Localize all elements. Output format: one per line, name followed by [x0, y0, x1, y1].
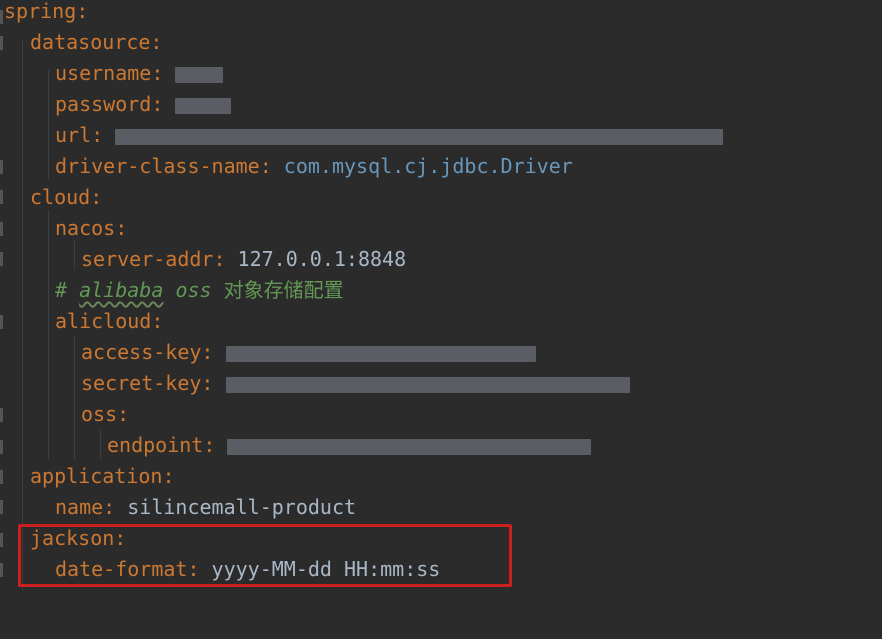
- fold-marker[interactable]: [0, 440, 3, 454]
- code-line-nacos[interactable]: nacos:: [55, 213, 127, 244]
- yaml-colon: :: [90, 185, 103, 209]
- code-line-server-addr[interactable]: server-addr: 127.0.0.1:8848: [81, 244, 406, 275]
- yaml-key: cloud: [30, 185, 91, 209]
- code-line-access-key[interactable]: access-key:: [81, 337, 536, 368]
- indent-guide: [48, 70, 49, 180]
- comment-chinese-text: 对象存储配置: [223, 278, 344, 302]
- yaml-key: endpoint: [107, 433, 204, 457]
- fold-marker[interactable]: [0, 222, 3, 236]
- yaml-colon: :: [150, 30, 163, 54]
- yaml-key: username: [55, 61, 152, 85]
- yaml-colon: :: [91, 123, 104, 147]
- code-line-secret-key[interactable]: secret-key:: [81, 368, 630, 399]
- code-line-application[interactable]: application:: [30, 461, 175, 492]
- yaml-key: driver-class-name: [55, 154, 260, 178]
- redacted-value: [225, 376, 630, 393]
- fold-marker[interactable]: [0, 36, 3, 50]
- indent-guide: [22, 40, 23, 590]
- yaml-key: alicloud: [55, 309, 152, 333]
- yaml-colon: :: [151, 309, 164, 333]
- code-line-endpoint[interactable]: endpoint:: [107, 430, 592, 461]
- yaml-colon: :: [203, 433, 216, 457]
- code-editor[interactable]: spring: datasource: username: password: …: [0, 0, 882, 639]
- yaml-key: name: [55, 495, 104, 519]
- yaml-key: nacos: [55, 216, 116, 240]
- indent-guide: [100, 430, 101, 460]
- indent-guide: [74, 240, 75, 270]
- code-line-driver-class-name[interactable]: driver-class-name: com.mysql.cj.jdbc.Dri…: [55, 151, 573, 182]
- code-line-datasource[interactable]: datasource:: [30, 27, 162, 58]
- yaml-colon: :: [151, 92, 164, 116]
- fold-marker[interactable]: [0, 315, 3, 329]
- comment-word-oss: oss: [175, 278, 212, 302]
- indent-guide: [48, 210, 49, 460]
- fold-marker[interactable]: [0, 408, 3, 422]
- redacted-value: [175, 97, 232, 114]
- highlight-annotation-box: [18, 524, 512, 587]
- fold-marker[interactable]: [0, 190, 3, 204]
- yaml-value: 127.0.0.1:8848: [237, 247, 407, 271]
- yaml-key: spring: [4, 0, 77, 23]
- code-line-comment[interactable]: # alibaba oss 对象存储配置: [55, 275, 344, 306]
- code-line-oss[interactable]: oss:: [81, 399, 129, 430]
- fold-marker[interactable]: [0, 500, 3, 514]
- yaml-key: access-key: [81, 340, 202, 364]
- fold-marker[interactable]: [0, 533, 3, 547]
- yaml-key: secret-key: [81, 371, 202, 395]
- yaml-colon: :: [117, 402, 130, 426]
- yaml-value: com.mysql.cj.jdbc.Driver: [283, 154, 573, 178]
- fold-marker[interactable]: [0, 160, 3, 174]
- code-line-cloud[interactable]: cloud:: [30, 182, 102, 213]
- fold-marker[interactable]: [0, 252, 3, 266]
- yaml-colon: :: [76, 0, 89, 23]
- yaml-colon: :: [201, 340, 214, 364]
- indent-guide: [74, 335, 75, 460]
- yaml-colon: :: [151, 61, 164, 85]
- fold-marker[interactable]: [0, 563, 3, 577]
- yaml-colon: :: [103, 495, 116, 519]
- fold-marker[interactable]: [0, 470, 3, 484]
- yaml-key: application: [30, 464, 163, 488]
- code-line-name[interactable]: name: silincemall-product: [55, 492, 356, 523]
- redacted-value: [175, 66, 224, 83]
- redacted-value: [225, 345, 536, 362]
- comment-hash: #: [55, 278, 68, 302]
- redacted-value: [227, 438, 592, 455]
- code-line-username[interactable]: username:: [55, 58, 224, 89]
- yaml-value: silincemall-product: [127, 495, 357, 519]
- yaml-key: password: [55, 92, 152, 116]
- yaml-colon: :: [115, 216, 128, 240]
- yaml-colon: :: [213, 247, 226, 271]
- yaml-key: server-addr: [81, 247, 214, 271]
- comment-word-alibaba: alibaba: [79, 278, 164, 302]
- yaml-colon: :: [201, 371, 214, 395]
- yaml-key: oss: [81, 402, 118, 426]
- yaml-key: url: [55, 123, 92, 147]
- yaml-colon: :: [162, 464, 175, 488]
- code-line-password[interactable]: password:: [55, 89, 232, 120]
- yaml-key: datasource: [30, 30, 151, 54]
- yaml-colon: :: [259, 154, 272, 178]
- code-line-spring[interactable]: spring:: [4, 0, 88, 27]
- code-line-alicloud[interactable]: alicloud:: [55, 306, 163, 337]
- fold-marker[interactable]: [0, 10, 3, 24]
- redacted-value: [115, 128, 724, 145]
- code-line-url[interactable]: url:: [55, 120, 724, 151]
